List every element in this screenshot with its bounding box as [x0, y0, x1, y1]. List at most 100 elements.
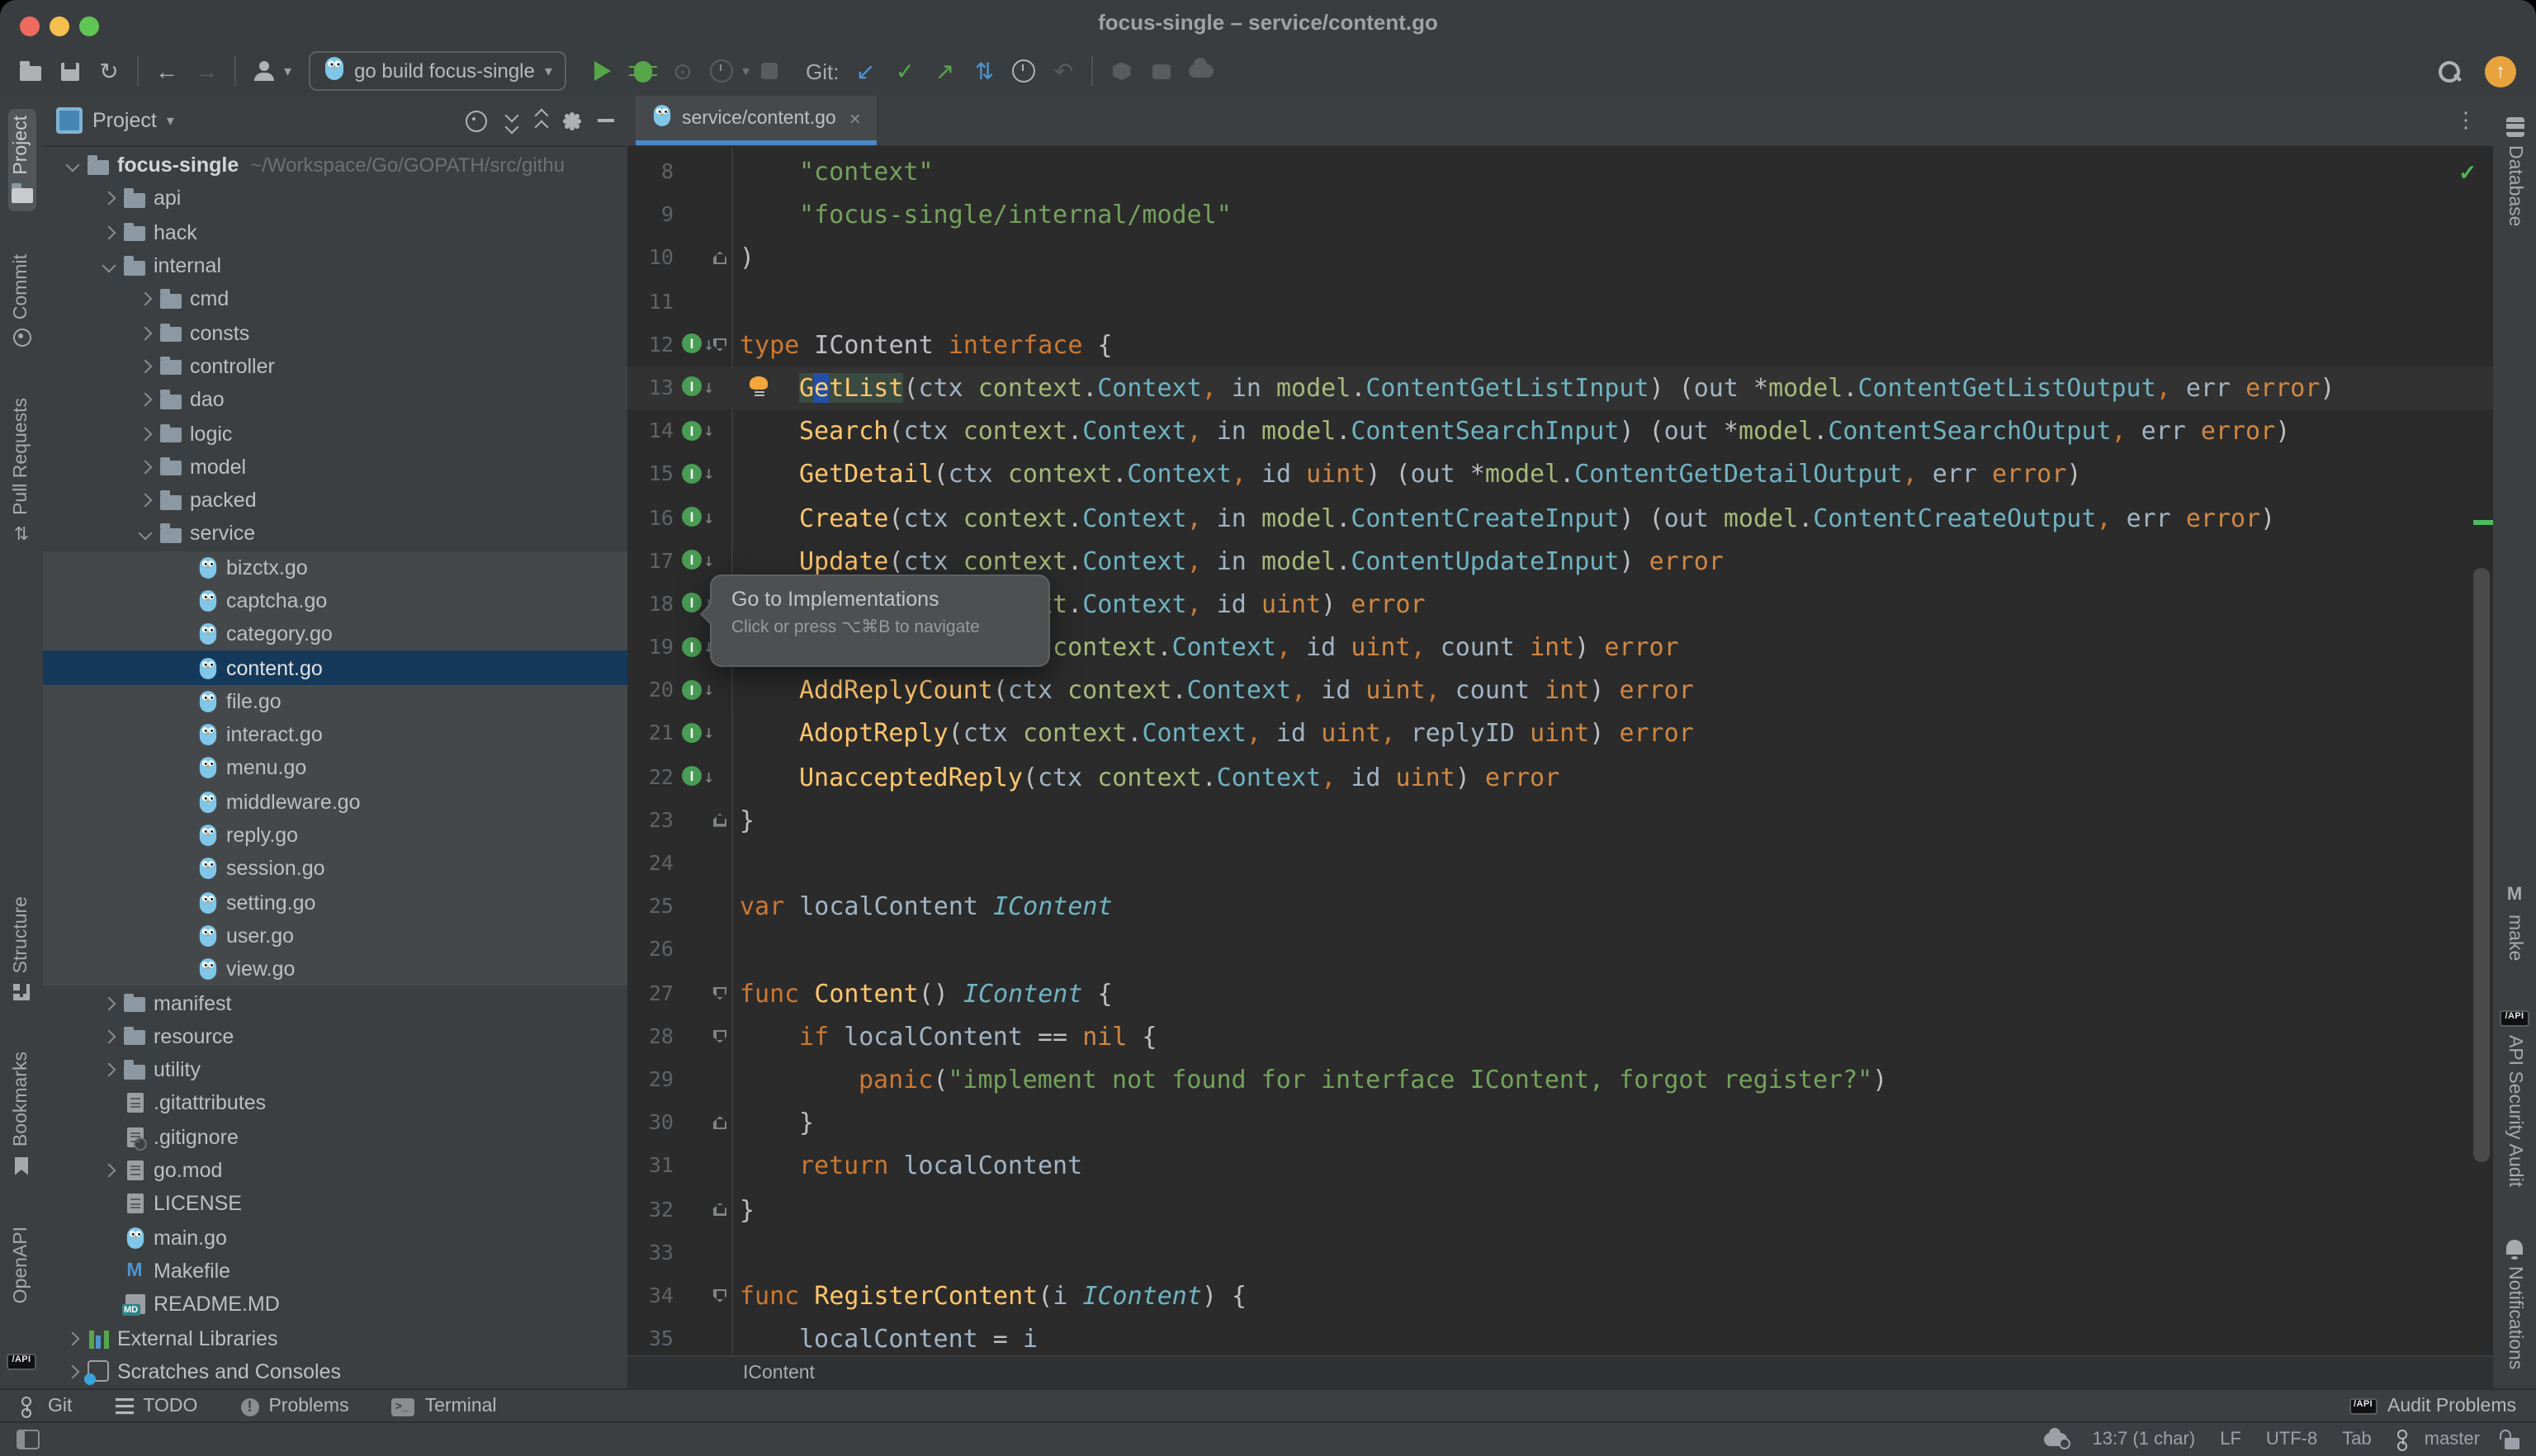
- git-push-icon[interactable]: ↗: [925, 51, 964, 91]
- fold-marker-icon[interactable]: [713, 338, 726, 352]
- update-available-icon[interactable]: ↑: [2485, 55, 2516, 87]
- chevron-right-icon[interactable]: [96, 1032, 121, 1042]
- stop-icon[interactable]: [750, 51, 789, 91]
- code-line[interactable]: 21I↓AdoptReply(ctx context.Context, id u…: [627, 712, 2493, 755]
- collapse-all-icon[interactable]: [537, 110, 546, 131]
- implementations-gutter-icon[interactable]: I: [682, 680, 702, 700]
- tree-row[interactable]: view.go: [43, 953, 627, 986]
- run-configuration-select[interactable]: go build focus-single ▾: [308, 51, 567, 91]
- breadcrumb[interactable]: IContent: [627, 1355, 2493, 1390]
- chevron-right-icon[interactable]: [59, 1333, 84, 1343]
- tree-row[interactable]: menu.go: [43, 752, 627, 786]
- code-line[interactable]: 12I↓type IContent interface {: [627, 324, 2493, 366]
- code-line[interactable]: 11: [627, 280, 2493, 323]
- chevron-down-icon[interactable]: [59, 160, 84, 170]
- tree-row[interactable]: .gitattributes: [43, 1087, 627, 1121]
- line-separator[interactable]: LF: [2220, 1430, 2241, 1449]
- code-line[interactable]: 35localContent = i: [627, 1317, 2493, 1357]
- chevron-right-icon[interactable]: [59, 1367, 84, 1377]
- search-icon[interactable]: [2429, 51, 2468, 91]
- tree-row[interactable]: manifest: [43, 986, 627, 1020]
- chevron-right-icon[interactable]: [96, 1065, 121, 1075]
- chevron-right-icon[interactable]: [132, 428, 157, 438]
- implementations-gutter-icon[interactable]: I: [682, 723, 702, 743]
- goto-implementations-tooltip[interactable]: Go to Implementations Click or press ⌥⌘B…: [710, 574, 1050, 667]
- chevron-right-icon[interactable]: [96, 998, 121, 1008]
- user-account-icon[interactable]: [244, 51, 284, 91]
- stripe-notifications[interactable]: Notifications: [2501, 1231, 2529, 1377]
- tree-row[interactable]: service: [43, 518, 627, 551]
- tab-service-content-go[interactable]: service/content.go ×: [636, 96, 878, 145]
- code-line[interactable]: 15I↓GetDetail(ctx context.Context, id ui…: [627, 453, 2493, 496]
- code-line[interactable]: 14I↓Search(ctx context.Context, in model…: [627, 409, 2493, 452]
- inspections-ok-icon[interactable]: ✓: [2458, 160, 2477, 187]
- code-line[interactable]: 27func Content() IContent {: [627, 971, 2493, 1014]
- tree-row[interactable]: reply.go: [43, 819, 627, 853]
- code-area[interactable]: 8"context"9"focus-single/internal/model"…: [627, 147, 2493, 1357]
- chevron-right-icon[interactable]: [132, 328, 157, 338]
- tree-row[interactable]: utility: [43, 1053, 627, 1087]
- locate-file-icon[interactable]: [466, 110, 487, 131]
- git-update-icon[interactable]: ↙: [845, 51, 885, 91]
- chevron-right-icon[interactable]: [96, 227, 121, 237]
- code-line[interactable]: 10): [627, 237, 2493, 280]
- implementations-gutter-icon[interactable]: I: [682, 334, 702, 354]
- tree-row[interactable]: session.go: [43, 852, 627, 886]
- code-line[interactable]: 13I↓GetList(ctx context.Context, in mode…: [627, 366, 2493, 409]
- stripe-api-security-audit[interactable]: /API API Security Audit: [2497, 1004, 2533, 1194]
- profiler-icon[interactable]: [703, 51, 742, 91]
- open-icon[interactable]: [10, 51, 50, 91]
- tree-row[interactable]: consts: [43, 316, 627, 350]
- tree-row[interactable]: packed: [43, 484, 627, 518]
- tree-row[interactable]: MMakefile: [43, 1255, 627, 1288]
- coverage-icon[interactable]: ⊙: [663, 51, 703, 91]
- tree-row[interactable]: main.go: [43, 1221, 627, 1255]
- code-line[interactable]: 28if localContent == nil {: [627, 1015, 2493, 1058]
- tree-row[interactable]: focus-single~/Workspace/Go/GOPATH/src/gi…: [43, 149, 627, 182]
- tab-options-kebab-icon[interactable]: ⋮: [2455, 107, 2493, 134]
- tree-row[interactable]: hack: [43, 215, 627, 249]
- search-everywhere-alt-icon[interactable]: [1141, 51, 1180, 91]
- tree-row[interactable]: go.mod: [43, 1154, 627, 1188]
- fold-marker-icon[interactable]: [713, 814, 726, 827]
- chevron-right-icon[interactable]: [96, 194, 121, 204]
- profiler-caret[interactable]: ▾: [742, 62, 750, 80]
- stripe-project[interactable]: Project: [7, 109, 35, 211]
- file-encoding[interactable]: UTF-8: [2266, 1430, 2317, 1449]
- tree-row[interactable]: middleware.go: [43, 785, 627, 819]
- tree-row[interactable]: dao: [43, 383, 627, 417]
- stripe-openapi[interactable]: OpenAPI: [8, 1220, 35, 1310]
- git-branch-widget[interactable]: master: [2396, 1429, 2480, 1450]
- rollback-icon[interactable]: ↶: [1043, 51, 1083, 91]
- hide-panel-icon[interactable]: [598, 119, 614, 122]
- tree-row[interactable]: logic: [43, 417, 627, 451]
- editor-scrollbar[interactable]: [2473, 568, 2490, 1162]
- code-line[interactable]: 34func RegisterContent(i IContent) {: [627, 1274, 2493, 1317]
- code-line[interactable]: 9"focus-single/internal/model": [627, 193, 2493, 236]
- save-all-icon[interactable]: [50, 51, 89, 91]
- tree-row[interactable]: interact.go: [43, 718, 627, 752]
- tree-row[interactable]: LICENSE: [43, 1187, 627, 1221]
- tree-row[interactable]: README.MD: [43, 1288, 627, 1321]
- cloud-sync-icon[interactable]: [1180, 51, 1220, 91]
- implementations-gutter-icon[interactable]: I: [682, 636, 702, 656]
- git-commit-icon[interactable]: ✓: [885, 51, 925, 91]
- tree-row[interactable]: file.go: [43, 685, 627, 719]
- tree-row[interactable]: controller: [43, 350, 627, 384]
- project-view-caret[interactable]: ▾: [167, 111, 174, 130]
- code-line[interactable]: 23}: [627, 799, 2493, 842]
- tree-row[interactable]: cmd: [43, 282, 627, 316]
- implementations-gutter-icon[interactable]: I: [682, 420, 702, 440]
- fold-marker-icon[interactable]: [713, 252, 726, 265]
- code-line[interactable]: 29panic("implement not found for interfa…: [627, 1058, 2493, 1101]
- shelf-icon[interactable]: [1101, 51, 1141, 91]
- code-line[interactable]: 32}: [627, 1188, 2493, 1231]
- tree-row[interactable]: api: [43, 182, 627, 216]
- implementations-gutter-icon[interactable]: I: [682, 550, 702, 570]
- unlocked-icon[interactable]: [2505, 1437, 2519, 1449]
- toolwindow-problems[interactable]: ! Problems: [240, 1397, 348, 1416]
- implementations-gutter-icon[interactable]: I: [682, 464, 702, 484]
- project-panel-title[interactable]: Project: [92, 109, 157, 132]
- tree-row[interactable]: setting.go: [43, 886, 627, 919]
- chevron-right-icon[interactable]: [132, 295, 157, 305]
